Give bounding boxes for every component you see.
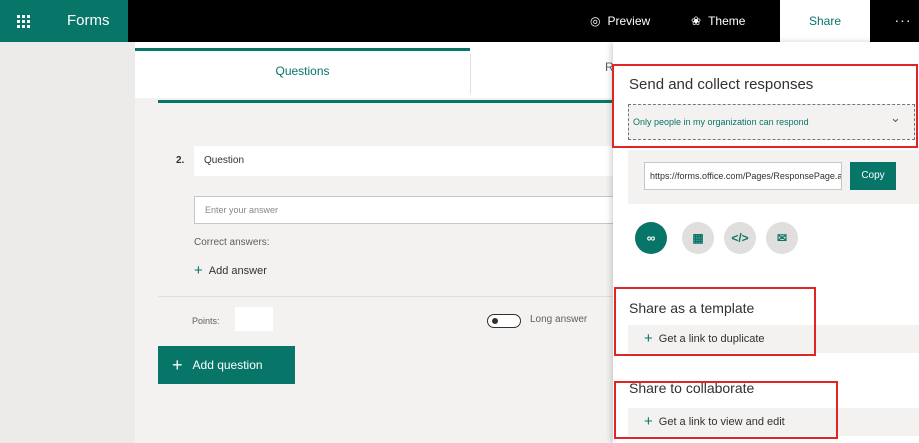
points-input[interactable] xyxy=(235,307,273,331)
toggle-knob xyxy=(492,318,498,324)
left-gutter xyxy=(0,42,135,443)
more-options-button[interactable]: ··· xyxy=(887,0,919,42)
long-answer-toggle[interactable] xyxy=(487,314,521,328)
add-answer-button[interactable]: + Add answer xyxy=(194,262,267,279)
tab-divider xyxy=(470,54,471,94)
waffle-icon xyxy=(17,14,30,28)
add-answer-label: Add answer xyxy=(208,264,267,277)
long-answer-label: Long answer xyxy=(530,314,588,325)
highlight-box-template xyxy=(614,287,816,356)
question-number: 2. xyxy=(176,155,185,166)
plus-icon: + xyxy=(194,262,203,279)
plus-icon: + xyxy=(172,355,183,375)
preview-label: Preview xyxy=(607,14,651,28)
copy-button[interactable]: Copy xyxy=(850,162,896,190)
preview-button[interactable]: ◎ Preview xyxy=(590,0,650,42)
palette-icon: ❀ xyxy=(691,14,702,28)
app-launcher-button[interactable] xyxy=(0,0,47,42)
app-name[interactable]: Forms xyxy=(47,0,128,42)
eye-icon: ◎ xyxy=(590,14,601,28)
share-link-field[interactable]: https://forms.office.com/Pages/ResponseP… xyxy=(644,162,842,190)
highlight-box-collaborate xyxy=(614,381,838,439)
theme-label: Theme xyxy=(708,14,746,28)
highlight-box-send xyxy=(612,64,918,148)
theme-button[interactable]: ❀ Theme xyxy=(691,0,745,42)
points-label: Points: xyxy=(192,316,220,326)
link-icon[interactable]: ∞ xyxy=(635,222,667,254)
qr-code-icon[interactable]: ▦ xyxy=(682,222,714,254)
add-question-label: Add question xyxy=(192,358,263,372)
add-question-button[interactable]: + Add question xyxy=(158,346,295,384)
answer-input[interactable]: Enter your answer xyxy=(194,196,618,224)
tab-questions[interactable]: Questions xyxy=(135,56,470,86)
correct-answers-label: Correct answers: xyxy=(194,237,270,248)
share-button[interactable]: Share xyxy=(780,0,870,42)
question-title-input[interactable]: Question xyxy=(194,146,618,176)
active-tab-indicator xyxy=(135,48,470,51)
embed-icon[interactable]: </> xyxy=(724,222,756,254)
email-icon[interactable]: ✉ xyxy=(766,222,798,254)
